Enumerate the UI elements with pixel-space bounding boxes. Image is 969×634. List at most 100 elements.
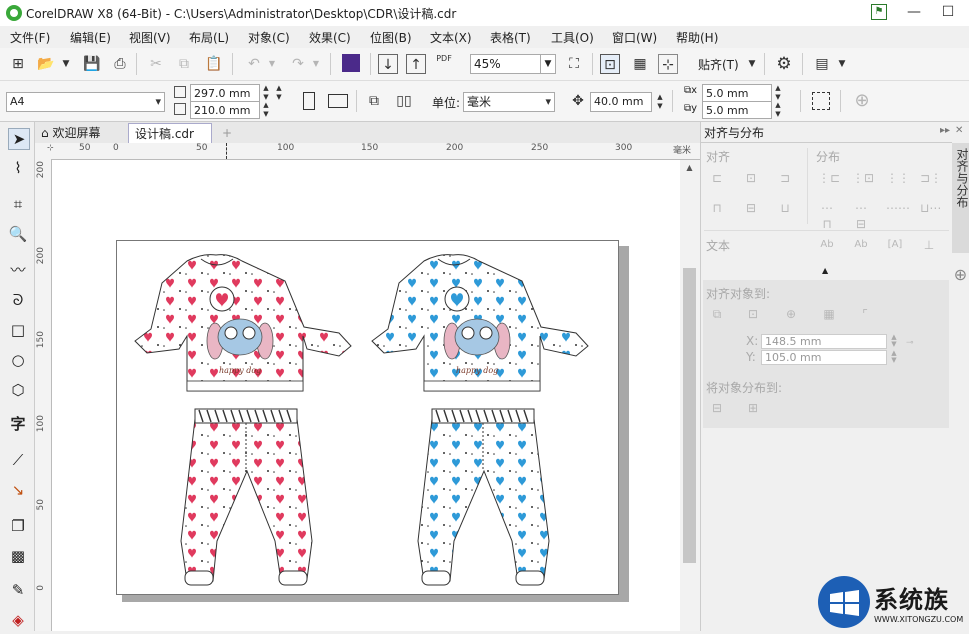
active-objects-icon[interactable]: ⧉ <box>708 306 726 322</box>
horizontal-ruler[interactable]: ⊹ 50 0 50 100 150 200 250 300 毫米 <box>35 143 700 160</box>
grid-toggle-icon[interactable]: ▦ <box>630 54 650 74</box>
specified-point-icon[interactable]: ⌜ <box>856 306 874 322</box>
eyedropper-tool-icon[interactable]: ✎ <box>8 580 28 600</box>
menu-table[interactable]: 表格(T) <box>490 29 531 46</box>
freehand-tool-icon[interactable]: 〰 <box>8 260 28 280</box>
parallel-dimension-icon[interactable]: ⟋ <box>8 450 28 470</box>
transparency-tool-icon[interactable]: ▩ <box>8 546 28 566</box>
open-icon[interactable]: 📂 <box>36 54 56 74</box>
distribute-selection-icon[interactable]: ⊟ <box>708 400 726 416</box>
page-edge-icon[interactable]: ⊡ <box>744 306 762 322</box>
maximize-button[interactable]: ☐ <box>931 0 965 26</box>
zoom-level-select[interactable]: 45% ▼ <box>470 54 556 74</box>
save-icon[interactable]: 💾 <box>82 54 102 74</box>
nudge-spinner[interactable]: ▲ ▼ <box>654 93 666 111</box>
paste-icon[interactable]: 📋 <box>204 54 224 74</box>
distribute-center-v-icon[interactable]: ⋯⊟ <box>852 200 870 231</box>
shape-tool-icon[interactable]: ⌇ <box>8 158 28 178</box>
menu-help[interactable]: 帮助(H) <box>676 29 718 46</box>
crop-tool-icon[interactable]: ⌗ <box>8 194 28 214</box>
snap-to-dropdown[interactable]: 贴齐(T) <box>698 56 739 73</box>
text-last-baseline-icon[interactable]: Ab <box>852 237 870 253</box>
close-docker-icon[interactable]: ✕ <box>955 125 963 136</box>
menu-edit[interactable]: 编辑(E) <box>70 29 111 46</box>
zoom-tool-icon[interactable]: 🔍 <box>8 224 28 244</box>
collapse-docker-icon[interactable]: ▸▸ <box>940 125 950 136</box>
page-size-select[interactable]: A4 <box>6 92 165 112</box>
cut-icon[interactable]: ✂ <box>146 54 166 74</box>
application-launcher-icon[interactable]: ▤ <box>812 54 832 74</box>
collapse-section-icon[interactable]: ▲ <box>822 266 828 275</box>
import-icon[interactable]: ↓ <box>378 54 398 74</box>
snap-dropdown-icon[interactable]: ▼ <box>742 54 762 74</box>
dup-x-spinner[interactable]: ▲ ▼ <box>772 84 784 102</box>
menu-layout[interactable]: 布局(L) <box>189 29 229 46</box>
page-height-input[interactable]: 210.0 mm <box>190 101 260 119</box>
tab-document[interactable]: 设计稿.cdr <box>128 123 212 143</box>
drop-shadow-icon[interactable]: ❐ <box>8 516 28 536</box>
export-icon[interactable]: ↑ <box>406 54 426 74</box>
rulers-toggle-icon[interactable]: ⊡ <box>600 54 620 74</box>
rectangle-tool-icon[interactable]: □ <box>8 320 28 340</box>
align-y-input[interactable]: 105.0 mm <box>761 350 887 365</box>
duplicate-y-input[interactable]: 5.0 mm <box>702 101 772 119</box>
redo-dropdown-icon[interactable]: ▼ <box>306 54 326 74</box>
pick-tool-icon[interactable]: ➤ <box>8 128 30 150</box>
align-x-input[interactable]: 148.5 mm <box>761 334 887 349</box>
page-border-icon[interactable] <box>812 92 830 110</box>
minimize-button[interactable]: — <box>897 0 931 26</box>
distribute-page-icon[interactable]: ⊞ <box>744 400 762 416</box>
dup-y-spinner[interactable]: ▲ ▼ <box>772 101 784 119</box>
launcher-dropdown-icon[interactable]: ▼ <box>832 54 852 74</box>
ellipse-tool-icon[interactable]: ○ <box>8 350 28 370</box>
pink-shirt[interactable]: happy dog <box>134 254 352 392</box>
interactive-fill-icon[interactable]: ◈ <box>8 610 28 630</box>
redo-icon[interactable]: ↷ <box>288 54 308 74</box>
page-width-input[interactable]: 297.0 mm <box>190 84 260 102</box>
duplicate-x-input[interactable]: 5.0 mm <box>702 84 772 102</box>
undo-icon[interactable]: ↶ <box>244 54 264 74</box>
distribute-right-icon[interactable]: ⊐⋮ <box>920 170 942 186</box>
scroll-up-icon[interactable]: ▲ <box>683 163 696 177</box>
connector-tool-icon[interactable]: ↘ <box>8 480 28 500</box>
distribute-top-icon[interactable]: ⋯⊓ <box>818 200 836 231</box>
menu-object[interactable]: 对象(C) <box>248 29 290 46</box>
print-icon[interactable]: ⎙ <box>110 54 130 74</box>
align-bottom-icon[interactable]: ⊔ <box>776 200 794 216</box>
nudge-distance-input[interactable]: 40.0 mm <box>590 92 652 112</box>
menu-file[interactable]: 文件(F) <box>10 29 50 46</box>
menu-effects[interactable]: 效果(C) <box>309 29 351 46</box>
page-center-icon[interactable]: ⊕ <box>782 306 800 322</box>
scrollbar-thumb[interactable] <box>683 268 696 563</box>
current-page-icon[interactable]: ▯▯ <box>394 91 414 111</box>
menu-bitmaps[interactable]: 位图(B) <box>370 29 412 46</box>
distribute-center-h-icon[interactable]: ⋮⊡ <box>852 170 874 186</box>
distribute-spacing-v-icon[interactable]: ⋯⋯ <box>886 200 910 216</box>
open-dropdown-icon[interactable]: ▼ <box>56 54 76 74</box>
undo-dropdown-icon[interactable]: ▼ <box>262 54 282 74</box>
align-center-h-icon[interactable]: ⊡ <box>742 170 760 186</box>
distribute-left-icon[interactable]: ⋮⊏ <box>818 170 840 186</box>
y-spinner[interactable]: ▲ ▼ <box>888 350 900 365</box>
text-outline-icon[interactable]: ⊥ <box>920 237 938 253</box>
align-right-icon[interactable]: ⊐ <box>776 170 794 186</box>
polygon-tool-icon[interactable]: ⬡ <box>8 380 28 400</box>
guidelines-toggle-icon[interactable]: ⊹ <box>658 54 678 74</box>
align-left-icon[interactable]: ⊏ <box>708 170 726 186</box>
height-spinner[interactable]: ▲ ▼ <box>260 101 272 119</box>
blue-shirt[interactable]: happy dog <box>371 254 589 392</box>
clothing-artwork[interactable]: happy dog happy dog <box>117 241 620 596</box>
lock-xy-icon[interactable]: ⊸ <box>906 338 914 348</box>
copy-icon[interactable]: ⧉ <box>174 54 194 74</box>
units-select[interactable]: 毫米 <box>463 92 555 112</box>
publish-pdf-icon[interactable]: PDF <box>434 54 454 74</box>
artistic-media-icon[interactable]: ᘐ <box>8 290 28 310</box>
tab-welcome[interactable]: ⌂ 欢迎屏幕 <box>35 123 128 143</box>
document-page[interactable]: happy dog happy dog <box>116 240 619 595</box>
menu-view[interactable]: 视图(V) <box>129 29 171 46</box>
add-page-icon[interactable]: ⊕ <box>852 91 872 111</box>
text-tool-icon[interactable]: 字 <box>8 414 28 434</box>
grid-align-icon[interactable]: ▦ <box>820 306 838 322</box>
vertical-ruler[interactable]: 200 200 150 100 50 0 <box>35 159 52 631</box>
ruler-corner-icon[interactable]: ⊹ <box>47 143 54 152</box>
